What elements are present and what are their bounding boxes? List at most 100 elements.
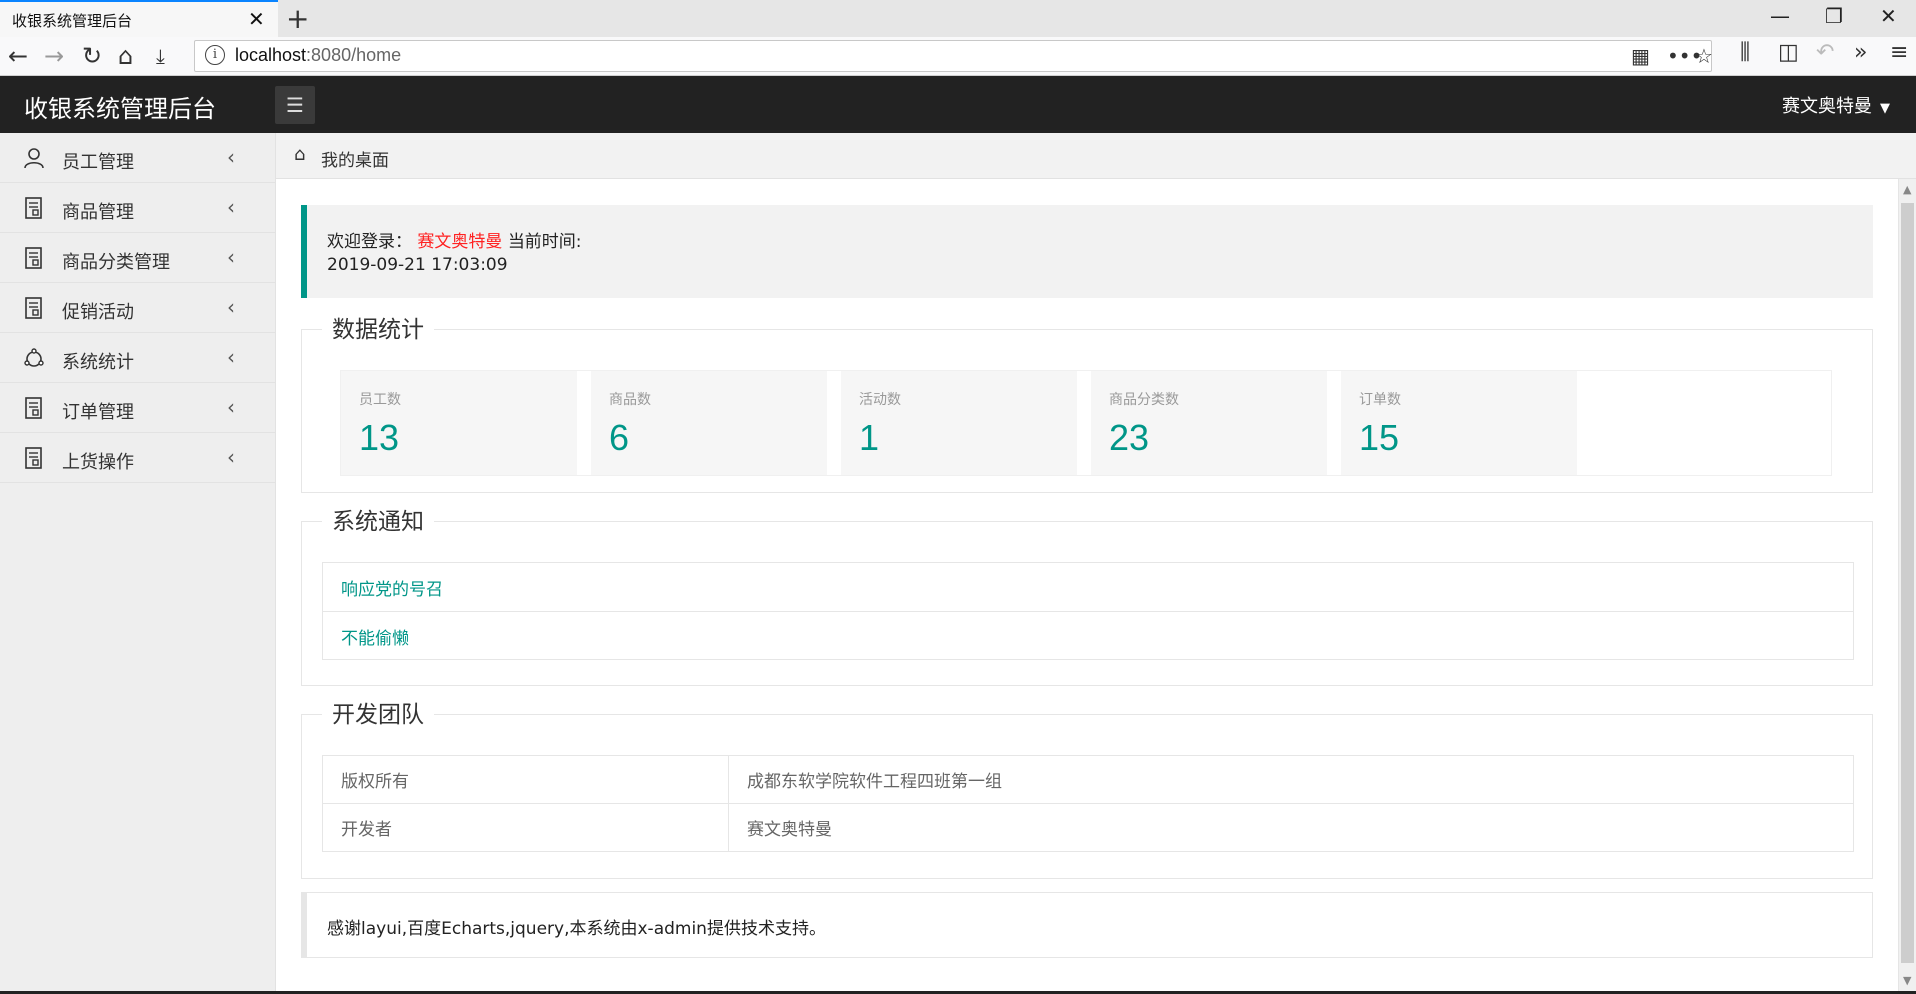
chevron-left-icon: ‹ — [227, 295, 235, 319]
document-icon — [24, 397, 44, 419]
sidebar-item-label: 商品分类管理 — [62, 252, 170, 273]
download-icon[interactable]: ⤓ — [156, 41, 165, 71]
user-menu[interactable]: 赛文奥特曼 ▼ — [1782, 92, 1890, 118]
scroll-thumb[interactable] — [1901, 203, 1914, 963]
info-icon[interactable]: i — [205, 45, 225, 65]
overflow-icon[interactable]: » — [1854, 40, 1867, 65]
sidebar-item-label: 商品管理 — [62, 202, 134, 223]
back-icon[interactable]: ← — [8, 41, 28, 71]
hamburger-menu-icon[interactable]: ≡ — [1890, 40, 1908, 65]
chevron-left-icon: ‹ — [227, 445, 235, 469]
sidebar-toggle-icon[interactable]: ◫ — [1778, 40, 1799, 65]
notice-link[interactable]: 响应党的号召 — [322, 562, 1854, 611]
welcome-user: 赛文奥特曼 — [417, 232, 503, 252]
team-value: 成都东软学院软件工程四班第一组 — [728, 755, 1854, 804]
chevron-left-icon: ‹ — [227, 145, 235, 169]
browser-tab[interactable]: 收银系统管理后台 ✕ — [0, 0, 278, 37]
library-icon[interactable]: ⫼ — [1740, 40, 1750, 65]
team-key: 开发者 — [322, 803, 729, 852]
sidebar-item-label: 订单管理 — [62, 402, 134, 423]
stat-value: 1 — [859, 417, 880, 458]
undo-icon[interactable]: ↶ — [1816, 40, 1834, 65]
stat-card-staff[interactable]: 员工数 13 — [341, 371, 577, 475]
reload-icon[interactable]: ↻ — [82, 41, 102, 71]
sidebar-item-orders[interactable]: 订单管理 ‹ — [0, 383, 275, 433]
document-icon — [24, 247, 44, 269]
stat-value: 23 — [1109, 417, 1150, 458]
scroll-up-icon[interactable]: ▲ — [1903, 183, 1911, 196]
sidebar: 员工管理 ‹ 商品管理 ‹ 商品分类管理 ‹ 促销活动 ‹ 系统统计 ‹ 订单管… — [0, 133, 276, 994]
sidebar-item-label: 系统统计 — [62, 352, 134, 373]
new-tab-button[interactable]: + — [286, 2, 309, 35]
breadcrumb: ⌂ 我的桌面 — [276, 133, 1916, 179]
welcome-prefix: 欢迎登录： — [327, 232, 412, 252]
notice-link[interactable]: 不能偷懒 — [322, 611, 1854, 660]
sidebar-item-staff[interactable]: 员工管理 ‹ — [0, 133, 275, 183]
stats-row: 员工数 13 商品数 6 活动数 1 商品分类数 23 订单数 15 — [340, 370, 1832, 476]
welcome-banner: 欢迎登录： 赛文奥特曼 当前时间: 2019-09-21 17:03:09 — [301, 205, 1873, 298]
url-text[interactable]: localhost:8080/home — [235, 45, 401, 66]
url-bar[interactable]: i localhost:8080/home ▦ ••• ☆ — [194, 40, 1713, 72]
scroll-down-icon[interactable]: ▼ — [1903, 974, 1911, 987]
document-icon — [24, 447, 44, 469]
stat-card-products[interactable]: 商品数 6 — [591, 371, 827, 475]
sidebar-item-label: 促销活动 — [62, 302, 134, 323]
restore-window-icon[interactable]: ❐ — [1825, 4, 1843, 28]
sidebar-item-label: 员工管理 — [62, 152, 134, 173]
team-table: 版权所有 成都东软学院软件工程四班第一组 开发者 赛文奥特曼 — [322, 755, 1854, 852]
app-header: 收银系统管理后台 ☰ 赛文奥特曼 ▼ — [0, 76, 1916, 133]
stat-value: 13 — [359, 417, 400, 458]
bookmark-star-icon[interactable]: ☆ — [1695, 44, 1713, 68]
stat-card-activities[interactable]: 活动数 1 — [841, 371, 1077, 475]
stats-title: 数据统计 — [322, 310, 434, 344]
stat-value: 6 — [609, 417, 630, 458]
menu-toggle-button[interactable]: ☰ — [275, 86, 315, 124]
time-label: 当前时间: — [507, 232, 582, 252]
team-title: 开发团队 — [322, 695, 434, 729]
tab-title: 收银系统管理后台 — [12, 12, 133, 30]
stat-label: 活动数 — [859, 392, 901, 408]
welcome-line: 欢迎登录： 赛文奥特曼 当前时间: — [327, 227, 582, 252]
chevron-left-icon: ‹ — [227, 395, 235, 419]
team-section: 开发团队 版权所有 成都东软学院软件工程四班第一组 开发者 赛文奥特曼 — [301, 695, 1873, 879]
stat-value: 15 — [1359, 417, 1400, 458]
stat-label: 商品数 — [609, 392, 651, 408]
list-icon: ☰ — [286, 93, 304, 117]
chevron-left-icon: ‹ — [227, 195, 235, 219]
tab-my-desktop[interactable]: 我的桌面 — [321, 146, 389, 171]
minimize-window-icon[interactable]: — — [1770, 4, 1790, 28]
main-content: 欢迎登录： 赛文奥特曼 当前时间: 2019-09-21 17:03:09 数据… — [276, 179, 1898, 991]
sidebar-item-statistics[interactable]: 系统统计 ‹ — [0, 333, 275, 383]
user-name: 赛文奥特曼 — [1782, 96, 1872, 117]
qr-code-icon[interactable]: ▦ — [1631, 44, 1650, 68]
sidebar-item-label: 上货操作 — [62, 452, 134, 473]
thanks-text: 感谢layui,百度Echarts,jquery,本系统由x-admin提供技术… — [327, 919, 826, 939]
stat-label: 订单数 — [1359, 392, 1401, 408]
chevron-left-icon: ‹ — [227, 245, 235, 269]
sidebar-item-categories[interactable]: 商品分类管理 ‹ — [0, 233, 275, 283]
home-icon[interactable]: ⌂ — [294, 144, 305, 165]
table-row: 版权所有 成都东软学院软件工程四班第一组 — [322, 755, 1854, 804]
sidebar-item-products[interactable]: 商品管理 ‹ — [0, 183, 275, 233]
table-row: 开发者 赛文奥特曼 — [322, 803, 1854, 852]
document-icon — [24, 297, 44, 319]
document-icon — [24, 197, 44, 219]
chart-icon — [24, 347, 44, 369]
stat-card-orders[interactable]: 订单数 15 — [1341, 371, 1577, 475]
forward-icon[interactable]: → — [44, 41, 64, 71]
browser-navbar: ← → ↻ ⌂ ⤓ i localhost:8080/home ▦ ••• ☆ … — [0, 37, 1916, 76]
page-scrollbar[interactable]: ▲ ▼ — [1898, 179, 1916, 991]
notice-list: 响应党的号召 不能偷懒 — [322, 562, 1854, 660]
close-tab-icon[interactable]: ✕ — [248, 7, 265, 31]
user-icon — [24, 147, 44, 169]
team-value: 赛文奥特曼 — [728, 803, 1854, 852]
close-window-icon[interactable]: ✕ — [1880, 4, 1897, 28]
stat-card-categories[interactable]: 商品分类数 23 — [1091, 371, 1327, 475]
sidebar-item-promotions[interactable]: 促销活动 ‹ — [0, 283, 275, 333]
home-icon[interactable]: ⌂ — [118, 41, 133, 71]
notices-title: 系统通知 — [322, 502, 434, 536]
sidebar-item-restock[interactable]: 上货操作 ‹ — [0, 433, 275, 483]
stat-label: 员工数 — [359, 392, 401, 408]
thanks-banner: 感谢layui,百度Echarts,jquery,本系统由x-admin提供技术… — [301, 892, 1873, 958]
team-key: 版权所有 — [322, 755, 729, 804]
